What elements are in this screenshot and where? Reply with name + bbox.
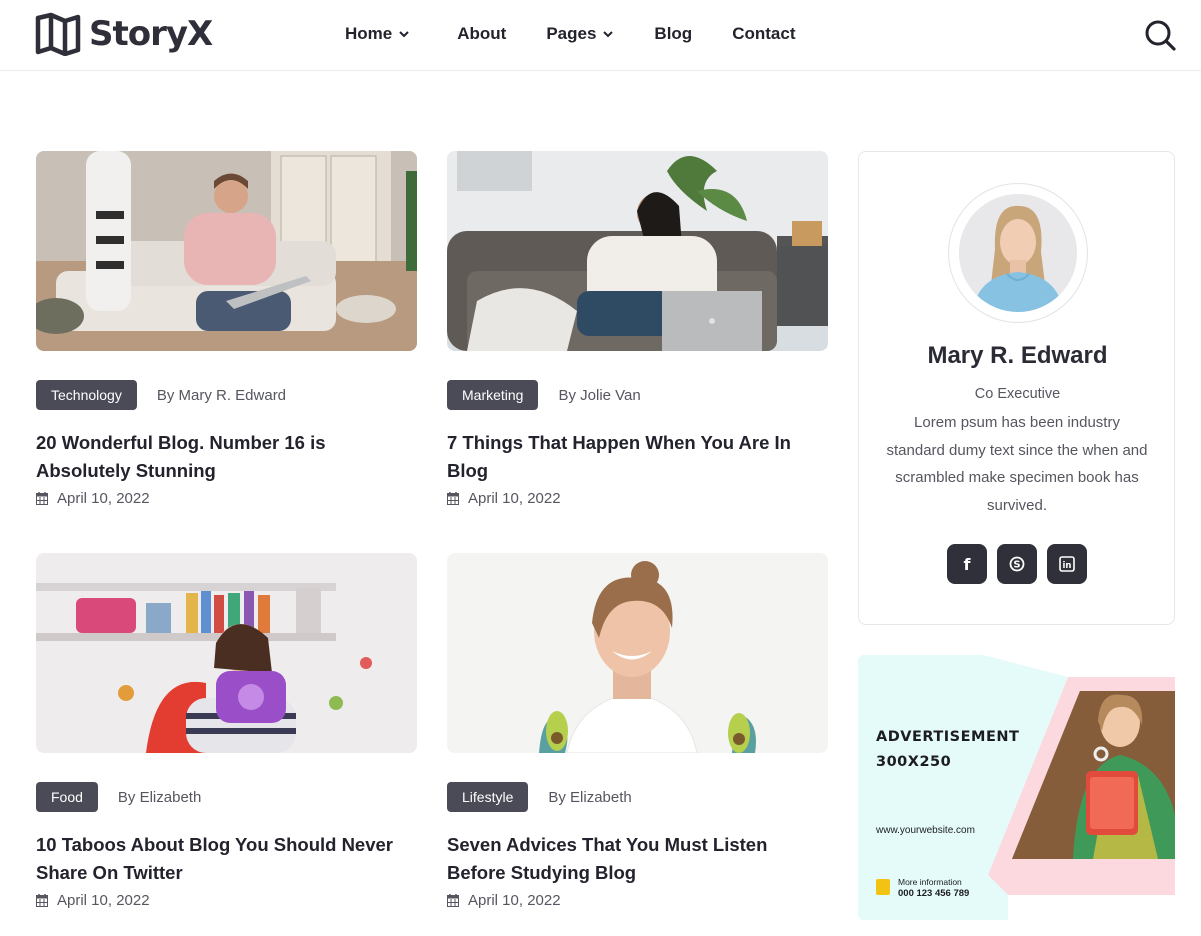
ad-url: www.yourwebsite.com [876, 825, 975, 836]
category-tag[interactable]: Marketing [447, 380, 539, 410]
svg-text:in: in [1063, 561, 1072, 571]
nav-item-contact[interactable]: Contact [732, 22, 795, 46]
post-date-text: April 10, 2022 [468, 892, 561, 909]
post-date-text: April 10, 2022 [57, 892, 150, 909]
site-logo[interactable]: StoryX [35, 12, 213, 56]
nav-item-label: Home [345, 24, 393, 43]
facebook-button[interactable]: f [947, 544, 987, 584]
main-nav: Home About Pages Blog Contact [345, 22, 835, 46]
post-date: April 10, 2022 [447, 892, 561, 909]
facebook-icon: f [963, 554, 971, 574]
post-meta: Lifestyle By Elizabeth [447, 782, 632, 812]
search-button[interactable] [1143, 18, 1177, 52]
blog-card: Food By Elizabeth 10 Taboos About Blog Y… [36, 553, 418, 923]
site-header: StoryX Home About Pages Blog Contact [0, 0, 1201, 71]
social-links: f S in [947, 544, 1087, 584]
ad-title-line: ADVERTISEMENT [876, 729, 1020, 745]
brand-name: StoryX [89, 14, 213, 54]
post-date-text: April 10, 2022 [57, 490, 150, 507]
nav-item-blog[interactable]: Blog [654, 22, 692, 46]
profile-name: Mary R. Edward [927, 342, 1108, 369]
linkedin-button[interactable]: in [1047, 544, 1087, 584]
ad-title: ADVERTISEMENT 300X250 [876, 725, 1019, 775]
nav-item-label: Blog [654, 24, 693, 43]
post-image[interactable] [447, 151, 828, 351]
calendar-icon [36, 894, 48, 907]
post-image[interactable] [36, 151, 417, 351]
nav-item-home[interactable]: Home [345, 22, 410, 46]
skype-button[interactable]: S [997, 544, 1037, 584]
category-tag[interactable]: Food [36, 782, 98, 812]
search-icon [1145, 20, 1176, 51]
post-author: By Elizabeth [117, 788, 202, 806]
ad-contact: More information 000 123 456 789 [898, 877, 969, 899]
category-tag[interactable]: Technology [36, 380, 137, 410]
post-date: April 10, 2022 [447, 490, 561, 507]
nav-item-label: About [457, 24, 507, 43]
post-image[interactable] [36, 553, 417, 753]
profile-bio: Lorem psum has been industry standard du… [886, 414, 1148, 515]
blog-card: Lifestyle By Elizabeth Seven Advices Tha… [447, 553, 829, 923]
post-meta: Food By Elizabeth [36, 782, 201, 812]
blog-card: Technology By Mary R. Edward 20 Wonderfu… [36, 151, 418, 521]
post-author: By Elizabeth [548, 788, 632, 806]
profile-role: Co Executive [974, 386, 1061, 402]
post-image[interactable] [447, 553, 828, 753]
chevron-down-icon [603, 31, 614, 38]
post-meta: Marketing By Jolie Van [447, 380, 641, 410]
nav-item-label: Contact [732, 24, 796, 43]
category-tag[interactable]: Lifestyle [447, 782, 529, 812]
post-date-text: April 10, 2022 [468, 490, 561, 507]
calendar-icon [447, 492, 459, 505]
avatar-ring [948, 183, 1088, 323]
ad-size-label: 300X250 [876, 754, 952, 770]
avatar[interactable] [959, 194, 1077, 312]
post-title[interactable]: 7 Things That Happen When You Are In Blo… [447, 429, 817, 485]
svg-text:S: S [1013, 560, 1020, 571]
post-author: By Jolie Van [558, 386, 641, 404]
post-date: April 10, 2022 [36, 892, 150, 909]
nav-item-label: Pages [546, 24, 597, 43]
book-icon [35, 12, 81, 56]
advertisement-banner[interactable]: ADVERTISEMENT 300X250 www.yourwebsite.co… [858, 655, 1175, 920]
post-date: April 10, 2022 [36, 490, 150, 507]
nav-item-pages[interactable]: Pages [546, 22, 614, 46]
calendar-icon [36, 492, 48, 505]
nav-item-about[interactable]: About [457, 22, 506, 46]
linkedin-icon: in [1059, 556, 1075, 572]
post-title[interactable]: 20 Wonderful Blog. Number 16 is Absolute… [36, 429, 406, 485]
ad-phone: 000 123 456 789 [898, 888, 970, 899]
blog-card: Marketing By Jolie Van 7 Things That Hap… [447, 151, 829, 521]
author-profile-card: Mary R. Edward Co Executive Lorem psum h… [858, 151, 1175, 625]
calendar-icon [447, 894, 459, 907]
post-meta: Technology By Mary R. Edward [36, 380, 286, 410]
post-title[interactable]: 10 Taboos About Blog You Should Never Sh… [36, 831, 406, 887]
skype-icon: S [1009, 556, 1025, 572]
chevron-down-icon [399, 31, 409, 38]
post-author: By Mary R. Edward [156, 386, 287, 404]
ad-more-label: More information [898, 877, 962, 887]
post-title[interactable]: Seven Advices That You Must Listen Befor… [447, 831, 817, 887]
